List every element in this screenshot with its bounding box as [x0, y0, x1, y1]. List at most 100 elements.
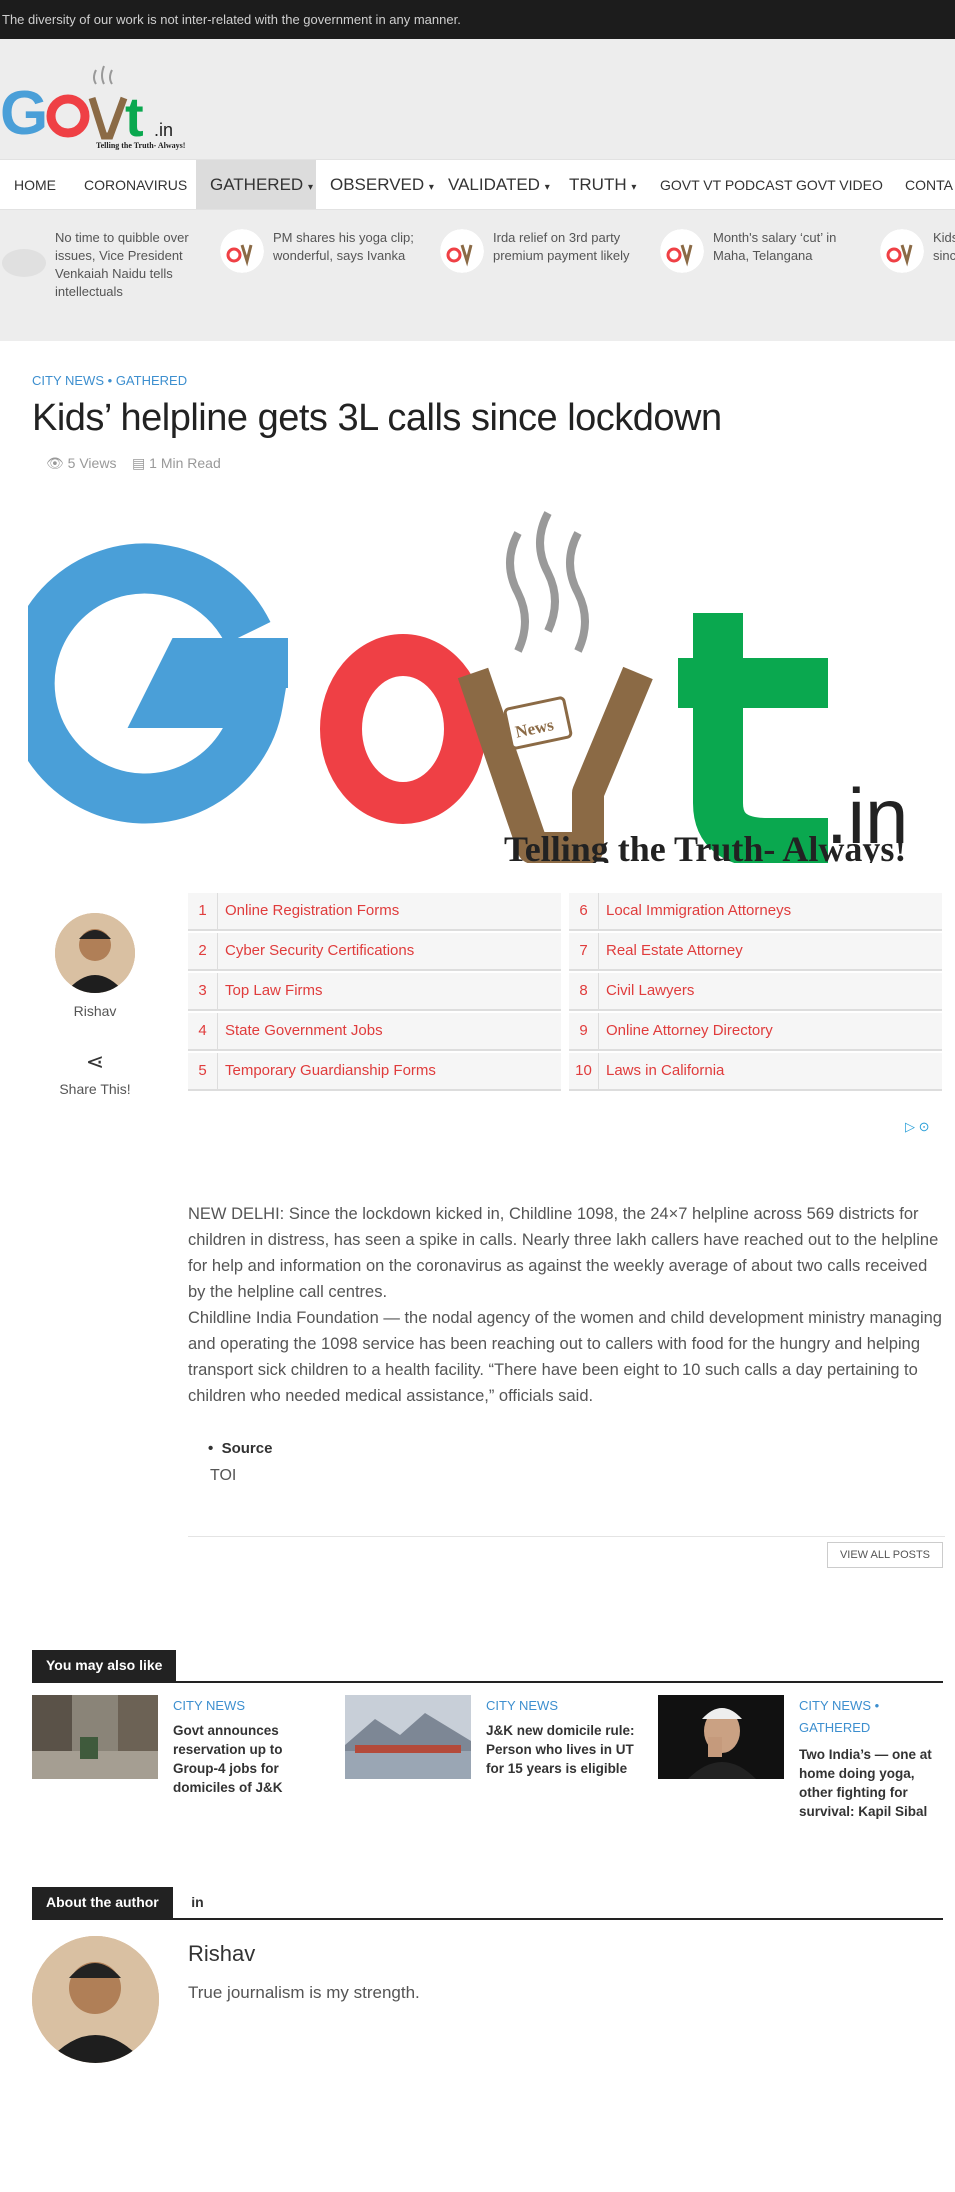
article-paragraph: NEW DELHI: Since the lockdown kicked in,…: [188, 1205, 939, 1301]
related-title[interactable]: J&K new domicile rule: Person who lives …: [486, 1721, 636, 1778]
caret-down-icon: ▾: [631, 182, 637, 193]
article-paragraph: Childline India Foundation — the nodal a…: [188, 1309, 942, 1405]
related-thumbnail[interactable]: [345, 1695, 471, 1779]
ad-link[interactable]: 3 Top Law Firms: [188, 973, 561, 1011]
nav-observed-label: Observed: [330, 175, 425, 194]
nav-podcast[interactable]: Govt VT Podcast: [660, 160, 793, 209]
article-meta: 👁 5 Views ▤ 1 Min Read: [46, 455, 221, 472]
eye-icon: 👁: [46, 455, 64, 471]
ad-label: Online Registration Forms: [225, 902, 400, 919]
nav-gathered[interactable]: Gathered ▾: [196, 160, 316, 209]
nav-observed[interactable]: Observed ▾: [330, 160, 434, 209]
nav-video[interactable]: Govt Video: [796, 160, 883, 209]
read-time: 1 Min Read: [149, 455, 221, 471]
related-category[interactable]: City News: [486, 1695, 636, 1717]
ticker-text: PM shares his yoga clip; wonderful, says…: [273, 230, 414, 263]
nav-validated-label: Validated: [448, 175, 540, 194]
adchoices-icon[interactable]: ▷ ⊙: [905, 1119, 930, 1135]
ad-number: 2: [188, 933, 218, 969]
nav-home[interactable]: Home: [14, 160, 56, 209]
source-label-text: Source: [221, 1440, 273, 1457]
author-bio-name[interactable]: Rishav: [188, 1941, 255, 1967]
ad-number: 5: [188, 1053, 218, 1089]
nav-contact[interactable]: Conta: [905, 160, 953, 209]
hero-cup-icon: News: [457, 511, 653, 863]
related-category[interactable]: City News • Gathered: [799, 1695, 949, 1739]
author-sidebar: Rishav ⋖ Share This!: [32, 913, 158, 1097]
category-link[interactable]: Gathered: [116, 373, 187, 388]
ad-link[interactable]: 10 Laws in California: [569, 1053, 942, 1091]
ad-link[interactable]: 1 Online Registration Forms: [188, 893, 561, 931]
ad-label: Cyber Security Certifications: [225, 942, 415, 959]
caret-down-icon: ▾: [307, 182, 313, 193]
ticker-thumbnail: [440, 229, 484, 273]
ad-label: State Government Jobs: [225, 1022, 383, 1039]
view-all-posts-button[interactable]: View all posts: [827, 1542, 943, 1568]
about-author-label: About the author: [32, 1887, 173, 1918]
nav-coronavirus[interactable]: Coronavirus: [84, 160, 187, 209]
ticker-text: Month's salary ‘cut’ in Maha, Telangana: [713, 230, 837, 263]
article-title: Kids’ helpline gets 3L calls since lockd…: [32, 397, 722, 439]
disclaimer-bar: The diversity of our work is not inter-r…: [0, 0, 955, 39]
hero-letter-g: [28, 543, 288, 824]
ticker-text: No time to quibble over issues, Vice Pre…: [55, 230, 189, 299]
author-name[interactable]: Rishav: [32, 1003, 158, 1019]
nav-validated[interactable]: Validated ▾: [448, 160, 550, 209]
nav-gathered-label: Gathered: [210, 175, 304, 194]
author-bio: True journalism is my strength.: [188, 1983, 420, 2002]
article-content: City News • Gathered Kids’ helpline gets…: [0, 341, 955, 2192]
view-count: 5 Views: [67, 455, 117, 471]
main-nav: Home Coronavirus Gathered ▾ Observed ▾ V…: [0, 159, 955, 210]
source-value: TOI: [210, 1467, 237, 1484]
ad-link[interactable]: 2 Cyber Security Certifications: [188, 933, 561, 971]
ad-link[interactable]: 8 Civil Lawyers: [569, 973, 942, 1011]
ad-link[interactable]: 7 Real Estate Attorney: [569, 933, 942, 971]
disclaimer-text: The diversity of our work is not inter-r…: [2, 12, 461, 27]
hero-letter-t: [678, 613, 828, 863]
related-title[interactable]: Govt announces reservation up to Group-4…: [173, 1721, 323, 1797]
ad-label: Top Law Firms: [225, 982, 323, 999]
ticker-thumbnail: [660, 229, 704, 273]
ad-number: 10: [569, 1053, 599, 1089]
logo-cup: [88, 96, 128, 140]
ticker-thumbnail: [880, 229, 924, 273]
author-avatar-large[interactable]: [32, 1936, 159, 2063]
caret-down-icon: ▾: [428, 182, 434, 193]
share-label[interactable]: Share This!: [32, 1081, 158, 1097]
share-icon[interactable]: ⋖: [32, 1049, 158, 1075]
logo-letter-o: [46, 94, 90, 138]
author-avatar[interactable]: [55, 913, 135, 993]
ticker-thumbnail: [2, 249, 46, 277]
ad-number: 1: [188, 893, 218, 929]
logo-letter-t: t: [125, 85, 144, 148]
ad-link[interactable]: 9 Online Attorney Directory: [569, 1013, 942, 1051]
ad-label: Temporary Guardianship Forms: [225, 1062, 436, 1079]
ad-label: Local Immigration Attorneys: [606, 902, 792, 919]
ad-link[interactable]: 4 State Government Jobs: [188, 1013, 561, 1051]
linkedin-icon[interactable]: in: [191, 1894, 203, 1910]
ad-link[interactable]: 5 Temporary Guardianship Forms: [188, 1053, 561, 1091]
logo-tagline: Telling the Truth- Always!: [96, 141, 185, 150]
related-title[interactable]: Two India’s — one at home doing yoga, ot…: [799, 1745, 949, 1821]
ad-number: 9: [569, 1013, 599, 1049]
category-separator: •: [107, 373, 113, 388]
ad-number: 3: [188, 973, 218, 1009]
related-category[interactable]: City News: [173, 1695, 323, 1717]
related-thumbnail[interactable]: [658, 1695, 784, 1779]
ad-number: 4: [188, 1013, 218, 1049]
nav-truth-label: Truth: [569, 175, 627, 194]
article-body: NEW DELHI: Since the lockdown kicked in,…: [188, 1201, 945, 1409]
ticker-thumbnail: [220, 229, 264, 273]
related-heading: You may also like: [32, 1650, 943, 1683]
ad-link[interactable]: 6 Local Immigration Attorneys: [569, 893, 942, 931]
ticker-text: Irda relief on 3rd party premium payment…: [493, 230, 630, 263]
logo-letter-g: G: [0, 79, 48, 148]
category-link[interactable]: City News: [32, 373, 104, 388]
nav-truth[interactable]: Truth ▾: [569, 160, 637, 209]
article-source: • Source TOI: [188, 1440, 945, 1485]
related-heading-label: You may also like: [32, 1650, 177, 1681]
related-thumbnail[interactable]: [32, 1695, 158, 1779]
featured-image: News .in Telling the Truth- Always!: [28, 511, 908, 863]
ticker-text: Kids’ sinc: [933, 230, 955, 263]
source-label: • Source: [208, 1440, 273, 1457]
